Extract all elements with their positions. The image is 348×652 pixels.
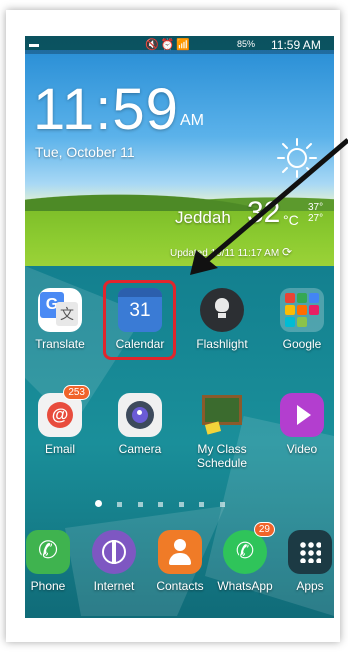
page-dot[interactable] (178, 502, 184, 507)
app-my-class-schedule[interactable]: My Class Schedule (191, 393, 253, 470)
page-dot[interactable] (158, 502, 164, 507)
app-google-folder[interactable]: Google (271, 288, 333, 351)
apps-grid-icon (288, 530, 332, 574)
page-dot[interactable] (137, 502, 143, 507)
weather-city[interactable]: Jeddah (175, 208, 231, 228)
app-flashlight[interactable]: Flashlight (191, 288, 253, 351)
whatsapp-icon: ✆ 29 (223, 522, 275, 574)
sunny-weather-icon (277, 138, 317, 178)
dock-internet[interactable]: Internet (83, 530, 145, 593)
page-indicator[interactable] (95, 494, 265, 507)
refresh-icon[interactable]: ⟳ (282, 245, 292, 259)
weather-updated[interactable]: Updated 10/11 11:17 AM ⟳ (170, 245, 292, 259)
weather-unit: °C (283, 212, 299, 228)
clock-date[interactable]: Tue, October 11 (35, 144, 135, 160)
weather-updated-text: Updated 10/11 11:17 AM (170, 248, 280, 259)
flashlight-icon (200, 288, 244, 332)
page-dot[interactable] (199, 502, 205, 507)
app-label: Google (282, 337, 322, 351)
email-badge: 253 (63, 385, 90, 400)
app-label: Video (286, 442, 318, 456)
app-email[interactable]: @ 253 Email (29, 385, 91, 456)
battery-level: 85% (237, 39, 256, 49)
video-icon (280, 393, 324, 437)
weather-high: 37° (308, 202, 324, 213)
page-dot[interactable] (219, 502, 225, 507)
dock-phone[interactable]: ✆ Phone (25, 530, 79, 593)
google-translate-icon: G 文 (38, 288, 82, 332)
dock-whatsapp[interactable]: ✆ 29 WhatsApp (214, 522, 276, 593)
phone-screen: ▬ 🔇⏰📶 85% 11:59 AM 11:59 AM Tue, October… (25, 36, 334, 618)
weather-low: 27° (308, 213, 324, 224)
internet-globe-icon (92, 530, 136, 574)
chalkboard-icon (200, 393, 244, 437)
status-bar: ▬ 🔇⏰📶 85% 11:59 AM (25, 36, 334, 54)
email-icon: @ 253 (38, 385, 90, 437)
app-label: Camera (118, 442, 162, 456)
status-icons: 🔇⏰📶 (145, 38, 192, 51)
home-page-dot[interactable] (95, 500, 102, 507)
app-label: Phone (30, 579, 66, 593)
whatsapp-badge: 29 (253, 522, 275, 537)
phone-icon: ✆ (26, 530, 70, 574)
app-camera[interactable]: Camera (109, 393, 171, 456)
app-video[interactable]: Video (271, 393, 333, 456)
app-label: Email (44, 442, 75, 456)
wifi-icon: 📶 (176, 39, 193, 51)
dock-contacts[interactable]: Contacts (149, 530, 211, 593)
status-time: 11:59 AM (271, 38, 321, 52)
dock-apps[interactable]: Apps (279, 530, 334, 593)
usb-icon: ▬ (29, 39, 39, 50)
page-dot[interactable] (117, 502, 123, 507)
app-label: Translate (35, 337, 85, 351)
google-folder-icon (280, 288, 324, 332)
contacts-icon (158, 530, 202, 574)
app-label: Apps (296, 579, 324, 593)
clock-time[interactable]: 11:59 (33, 76, 179, 143)
weather-temperature: 32 (247, 196, 281, 229)
calendar-highlight-box (103, 280, 176, 360)
weather-high-low: 37° 27° (308, 202, 323, 224)
app-label: Flashlight (196, 337, 248, 351)
mute-icon: 🔇 (145, 39, 161, 51)
app-label: Contacts (156, 579, 204, 593)
app-label: Internet (93, 579, 135, 593)
clock-ampm: AM (180, 112, 204, 129)
app-label: WhatsApp (217, 579, 273, 593)
alarm-icon: ⏰ (160, 39, 177, 51)
app-translate[interactable]: G 文 Translate (29, 288, 91, 351)
camera-icon (118, 393, 162, 437)
app-label: My Class Schedule (196, 442, 248, 470)
